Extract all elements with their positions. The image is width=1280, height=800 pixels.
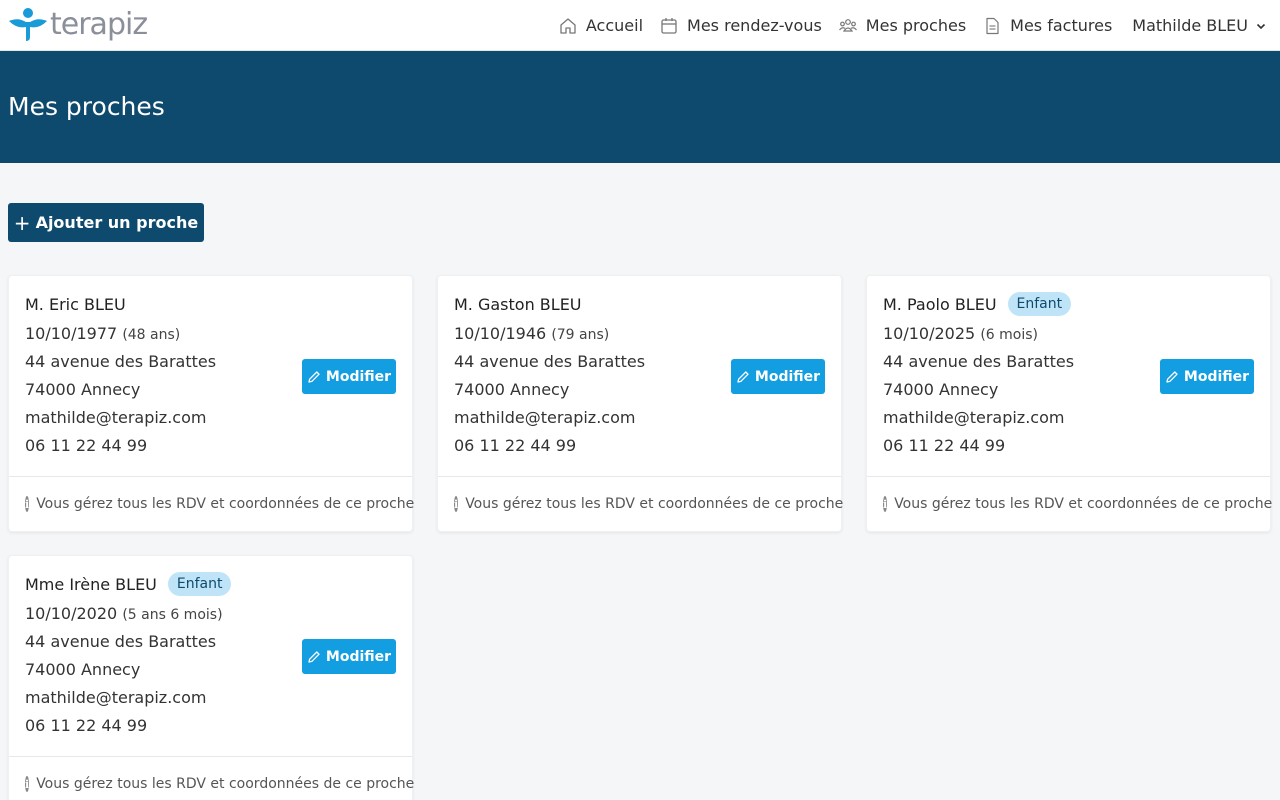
modifier-button[interactable]: Modifier [302, 639, 396, 674]
brand-logo[interactable]: terapiz [8, 7, 148, 43]
proche-card: M. Eric BLEU 10/10/1977 (48 ans) 44 aven… [8, 275, 415, 532]
add-proche-label: Ajouter un proche [35, 213, 199, 232]
modifier-label: Modifier [325, 368, 392, 385]
proche-dob: 10/10/1946 [454, 324, 547, 343]
user-menu[interactable]: Mathilde BLEU [1132, 16, 1266, 35]
proche-email: mathilde@terapiz.com [883, 408, 1065, 427]
proche-phone: 06 11 22 44 99 [25, 436, 148, 455]
proche-name: Mme Irène BLEU [25, 574, 157, 594]
proche-email: mathilde@terapiz.com [454, 408, 636, 427]
calendar-icon [661, 17, 677, 34]
proche-dob-row: 10/10/1977 (48 ans) [25, 320, 396, 348]
nav-item-accueil[interactable]: Accueil [559, 16, 643, 35]
proche-card-footer: i Vous gérez tous les RDV et coordonnées… [867, 476, 1273, 531]
page-title: Mes proches [8, 92, 165, 121]
modifier-label: Modifier [325, 648, 392, 665]
plus-icon: + [13, 210, 31, 235]
proche-card: M. Gaston BLEU 10/10/1946 (79 ans) 44 av… [437, 275, 844, 532]
proche-dob: 10/10/1977 [25, 324, 118, 343]
proche-dob: 10/10/2025 [883, 324, 976, 343]
proche-dob-row: 10/10/2025 (6 mois) [883, 320, 1254, 348]
proche-name: M. Gaston BLEU [454, 294, 582, 314]
pencil-icon [737, 370, 749, 383]
brand-name: terapiz [50, 7, 148, 42]
nav-item-factures[interactable]: Mes factures [983, 16, 1112, 35]
main-nav: Accueil Mes rendez-vous Mes proches Mes … [542, 0, 1266, 51]
proche-dob-row: 10/10/2020 (5 ans 6 mois) [25, 600, 396, 628]
proche-age: (79 ans) [551, 327, 610, 343]
enfant-badge: Enfant [167, 572, 232, 596]
proche-card-footer: i Vous gérez tous les RDV et coordonnées… [438, 476, 844, 531]
proche-name-row: M. Gaston BLEU [454, 292, 825, 316]
page-header: Mes proches [0, 51, 1280, 163]
info-icon: i [25, 496, 30, 512]
modifier-button[interactable]: Modifier [1160, 359, 1254, 394]
terapiz-logo-icon [9, 8, 47, 41]
proche-dob-row: 10/10/1946 (79 ans) [454, 320, 825, 348]
chevron-down-icon [1256, 23, 1266, 29]
nav-item-label: Mes rendez-vous [687, 16, 822, 35]
proche-email: mathilde@terapiz.com [25, 408, 207, 427]
pencil-icon [308, 650, 320, 663]
proche-name: M. Eric BLEU [25, 294, 126, 314]
modifier-button[interactable]: Modifier [302, 359, 396, 394]
info-icon: i [883, 496, 888, 512]
proche-card: Mme Irène BLEU Enfant 10/10/2020 (5 ans … [8, 555, 415, 800]
info-icon: i [25, 776, 30, 792]
proche-card-footer: i Vous gérez tous les RDV et coordonnées… [9, 756, 415, 800]
add-proche-button[interactable]: + Ajouter un proche [8, 203, 204, 242]
nav-item-label: Mes factures [1010, 16, 1113, 35]
proche-dob: 10/10/2020 [25, 604, 118, 623]
pencil-icon [1166, 370, 1178, 383]
nav-item-label: Mes proches [865, 16, 967, 35]
user-name: Mathilde BLEU [1132, 16, 1248, 35]
nav-item-label: Accueil [585, 16, 644, 35]
proche-age: (5 ans 6 mois) [122, 607, 223, 623]
home-icon [560, 17, 576, 34]
proche-phone: 06 11 22 44 99 [883, 436, 1006, 455]
modifier-label: Modifier [754, 368, 821, 385]
proche-name-row: M. Eric BLEU [25, 292, 396, 316]
proche-name-row: M. Paolo BLEU Enfant [883, 292, 1254, 316]
proche-age: (48 ans) [122, 327, 181, 343]
proche-footer-text: Vous gérez tous les RDV et coordonnées d… [894, 496, 1273, 512]
nav-item-proches[interactable]: Mes proches [838, 16, 967, 35]
proche-email: mathilde@terapiz.com [25, 688, 207, 707]
modifier-label: Modifier [1183, 368, 1250, 385]
proche-card-footer: i Vous gérez tous les RDV et coordonnées… [9, 476, 415, 531]
proche-phone: 06 11 22 44 99 [25, 716, 148, 735]
proche-card: M. Paolo BLEU Enfant 10/10/2025 (6 mois)… [866, 275, 1273, 532]
people-icon [838, 18, 857, 32]
document-icon [986, 17, 999, 34]
pencil-icon [308, 370, 320, 383]
proche-footer-text: Vous gérez tous les RDV et coordonnées d… [36, 496, 415, 512]
proche-footer-text: Vous gérez tous les RDV et coordonnées d… [36, 776, 415, 792]
top-navbar: terapiz Accueil Mes rendez-vous Mes proc… [0, 0, 1280, 51]
proche-phone: 06 11 22 44 99 [454, 436, 577, 455]
proche-age: (6 mois) [980, 327, 1038, 343]
info-icon: i [454, 496, 459, 512]
nav-item-rendez-vous[interactable]: Mes rendez-vous [660, 16, 822, 35]
proche-name: M. Paolo BLEU [883, 294, 997, 314]
enfant-badge: Enfant [1007, 292, 1072, 316]
proche-name-row: Mme Irène BLEU Enfant [25, 572, 396, 596]
modifier-button[interactable]: Modifier [731, 359, 825, 394]
proche-footer-text: Vous gérez tous les RDV et coordonnées d… [465, 496, 844, 512]
